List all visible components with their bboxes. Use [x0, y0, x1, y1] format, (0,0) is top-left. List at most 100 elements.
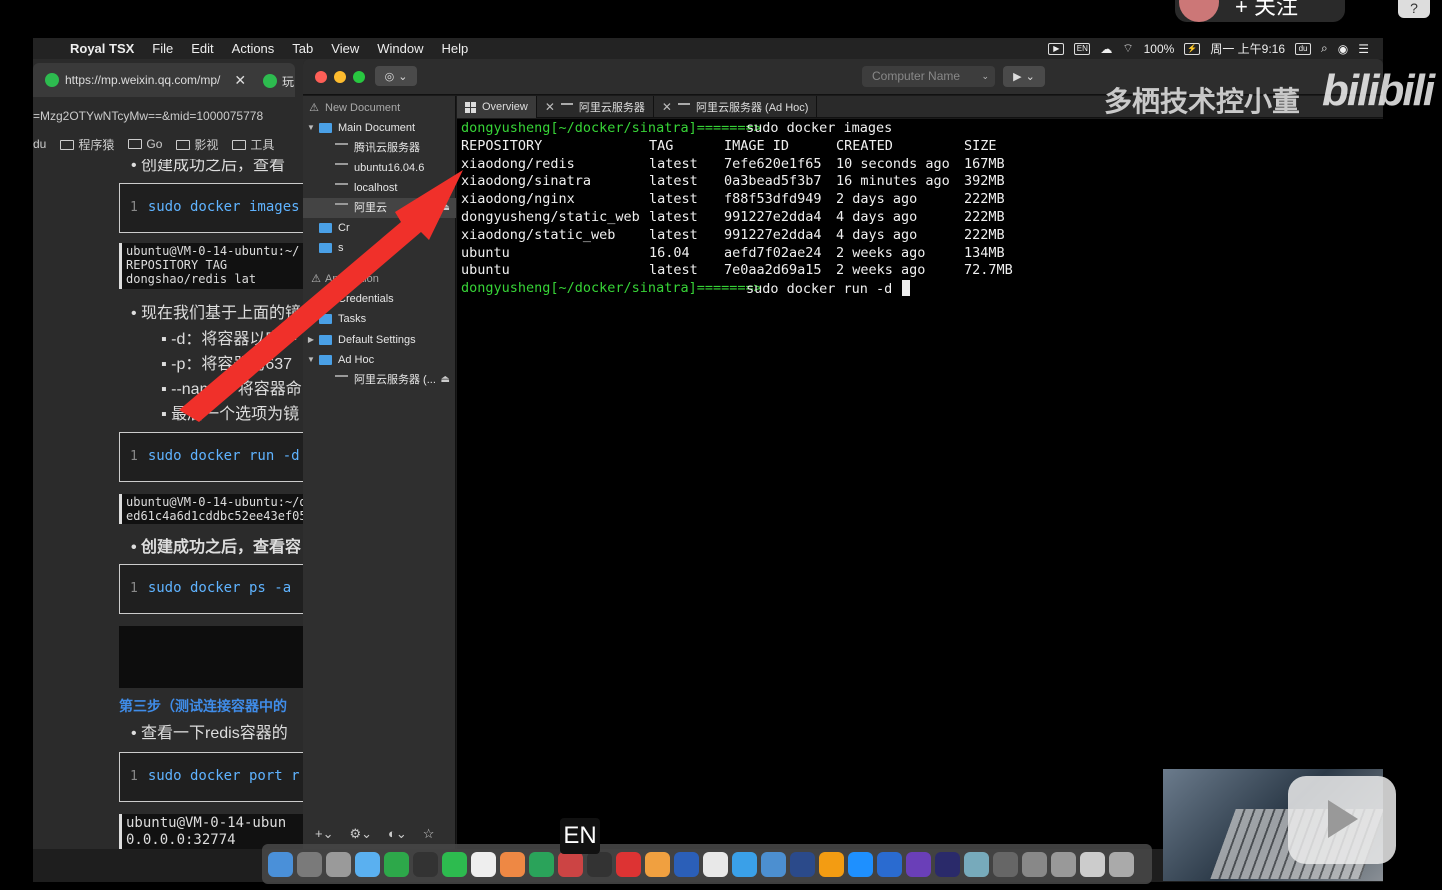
minimize-window-button[interactable]	[334, 71, 346, 83]
tab-close-icon[interactable]: ✕	[545, 100, 555, 114]
screen-record-icon[interactable]: ▶	[1048, 42, 1065, 55]
menu-help[interactable]: Help	[432, 41, 477, 56]
terminal-output[interactable]: dongyusheng[~/docker/sinatra]=======> su…	[457, 119, 1383, 849]
clock[interactable]: 周一 上午9:16	[1210, 40, 1285, 57]
browser-tab[interactable]: https://mp.weixin.qq.com/mp/ ✕	[33, 63, 295, 97]
du-icon[interactable]: du	[1295, 42, 1312, 55]
menu-view[interactable]: View	[322, 41, 368, 56]
terminal-icon[interactable]	[413, 851, 438, 877]
uploader-avatar	[1179, 0, 1219, 22]
notes-icon[interactable]	[587, 851, 612, 877]
wechat-icon[interactable]	[442, 851, 467, 877]
goland-icon[interactable]	[848, 851, 873, 877]
terminal-cell: 991227e2dda4	[724, 226, 822, 243]
word-icon[interactable]	[674, 851, 699, 877]
screenshot-icon[interactable]	[1051, 851, 1076, 877]
dock	[262, 844, 1152, 884]
siri-icon[interactable]: ◉	[1338, 42, 1348, 56]
pycharm-icon[interactable]	[529, 851, 554, 877]
play-button[interactable]: ▶ ⌄	[1003, 66, 1045, 87]
battery-icon[interactable]: ⚡	[1184, 42, 1201, 55]
menu-app-name[interactable]: Royal TSX	[61, 41, 143, 56]
qq-icon[interactable]	[471, 851, 496, 877]
menu-file[interactable]: File	[143, 41, 182, 56]
red-arrow-annotation	[179, 170, 463, 422]
status-area: ▶ EN ☁ ⌔ 100% ⚡ 周一 上午9:16 du ⌕ ◉ ☰	[1048, 38, 1369, 59]
menu-edit[interactable]: Edit	[182, 41, 222, 56]
chrome-icon[interactable]	[703, 851, 728, 877]
terminal-cell: latest	[649, 262, 698, 279]
tab-close-icon[interactable]: ✕	[662, 100, 672, 114]
terminal-cell: latest	[649, 191, 698, 208]
add-icon[interactable]: +⌄	[315, 826, 333, 842]
menu-actions[interactable]: Actions	[223, 41, 284, 56]
finder-icon[interactable]	[268, 851, 293, 877]
terminal-cell: 2 weeks ago	[836, 244, 926, 261]
finder-window-icon[interactable]	[1022, 851, 1047, 877]
terminal-column-header: CREATED	[836, 137, 893, 154]
divider-icon[interactable]	[993, 851, 1018, 877]
zoom-window-button[interactable]	[353, 71, 365, 83]
trash-icon[interactable]	[1109, 851, 1134, 877]
launchpad-icon[interactable]	[297, 851, 322, 877]
sidebar-main-document[interactable]: ▼ Main Document	[303, 118, 456, 138]
keynote-icon[interactable]	[790, 851, 815, 877]
preview-icon[interactable]	[732, 851, 757, 877]
photos-icon[interactable]	[355, 851, 380, 877]
tab-overview[interactable]: Overview	[457, 96, 537, 118]
battery-percent: 100%	[1143, 41, 1175, 56]
vscode-icon[interactable]	[877, 851, 902, 877]
system-prefs-icon[interactable]	[326, 851, 351, 877]
tab-aliyun-adhoc[interactable]: ✕ 阿里云服务器 (Ad Hoc)	[654, 96, 818, 118]
tab-aliyun[interactable]: ✕ 阿里云服务器	[537, 96, 654, 118]
terminal-icon	[677, 102, 690, 112]
terminal-cell: latest	[649, 208, 698, 225]
sidebar-new-document[interactable]: ⚠ New Document	[303, 98, 456, 118]
bookmark-du[interactable]: du	[33, 137, 46, 151]
wifi-icon[interactable]: ⌔	[1122, 41, 1133, 56]
bookmark-programmer[interactable]: 程序猿	[60, 136, 114, 153]
download-icon[interactable]	[1080, 851, 1105, 877]
credential-icon[interactable]: ◐⌄	[388, 826, 407, 842]
netease-music-icon[interactable]	[616, 851, 641, 877]
terminal-cell: 222MB	[964, 208, 1005, 225]
menu-tab[interactable]: Tab	[283, 41, 322, 56]
notification-center-icon[interactable]: ☰	[1358, 42, 1369, 56]
tab-close-icon[interactable]: ✕	[234, 72, 246, 89]
postman-icon[interactable]	[500, 851, 525, 877]
bookmark-go[interactable]: Go	[128, 137, 162, 151]
sketch-icon[interactable]	[645, 851, 670, 877]
article-bullet: • 创建成功之后，查看容	[131, 539, 302, 556]
video-play-button[interactable]	[1288, 776, 1396, 864]
computer-name-field[interactable]: Computer Name ⌄	[862, 66, 995, 87]
follow-button[interactable]: + 关注	[1175, 0, 1345, 22]
terminal-cell: latest	[649, 155, 698, 172]
disclosure-open-icon[interactable]: ▼	[303, 118, 319, 138]
royal-tsx-icon[interactable]	[964, 851, 989, 877]
terminal-cell: 10 seconds ago	[836, 155, 950, 172]
onenote-icon[interactable]	[906, 851, 931, 877]
wechat-icon[interactable]: ☁	[1100, 42, 1112, 56]
code-block-ps: 1 sudo docker ps -a	[119, 564, 333, 614]
address-bar[interactable]: =Mzg2OTYwNTcyMw==&mid=1000075778	[33, 105, 333, 127]
xcode-icon[interactable]	[761, 851, 786, 877]
quick-connect-button[interactable]: ◎ ⌄	[375, 66, 417, 86]
terminal-table-row: xiaodong/static_web latest 991227e2dda4 4 d…	[461, 227, 1383, 245]
star-icon[interactable]: ☆	[423, 826, 435, 842]
input-source-icon[interactable]: EN	[1074, 42, 1091, 55]
terminal-cell: 222MB	[964, 191, 1005, 208]
chevron-down-icon: ⌄	[398, 70, 408, 83]
foxmail-icon[interactable]	[558, 851, 583, 877]
spotlight-icon[interactable]: ⌕	[1321, 41, 1328, 56]
quicktime-icon[interactable]	[384, 851, 409, 877]
terminal-line: dongyusheng[~/docker/sinatra]=======> su…	[461, 120, 1383, 138]
grid-icon	[465, 101, 476, 113]
terminal-command: sudo docker run -d	[746, 280, 911, 299]
share-icon[interactable]: ?	[1398, 0, 1430, 18]
close-window-button[interactable]	[315, 71, 327, 83]
premiere-icon[interactable]	[935, 851, 960, 877]
gear-icon[interactable]: ⚙⌄	[349, 826, 372, 842]
menu-window[interactable]: Window	[368, 41, 432, 56]
terminal-cell: 2 days ago	[836, 191, 918, 208]
photos-app-icon[interactable]	[819, 851, 844, 877]
